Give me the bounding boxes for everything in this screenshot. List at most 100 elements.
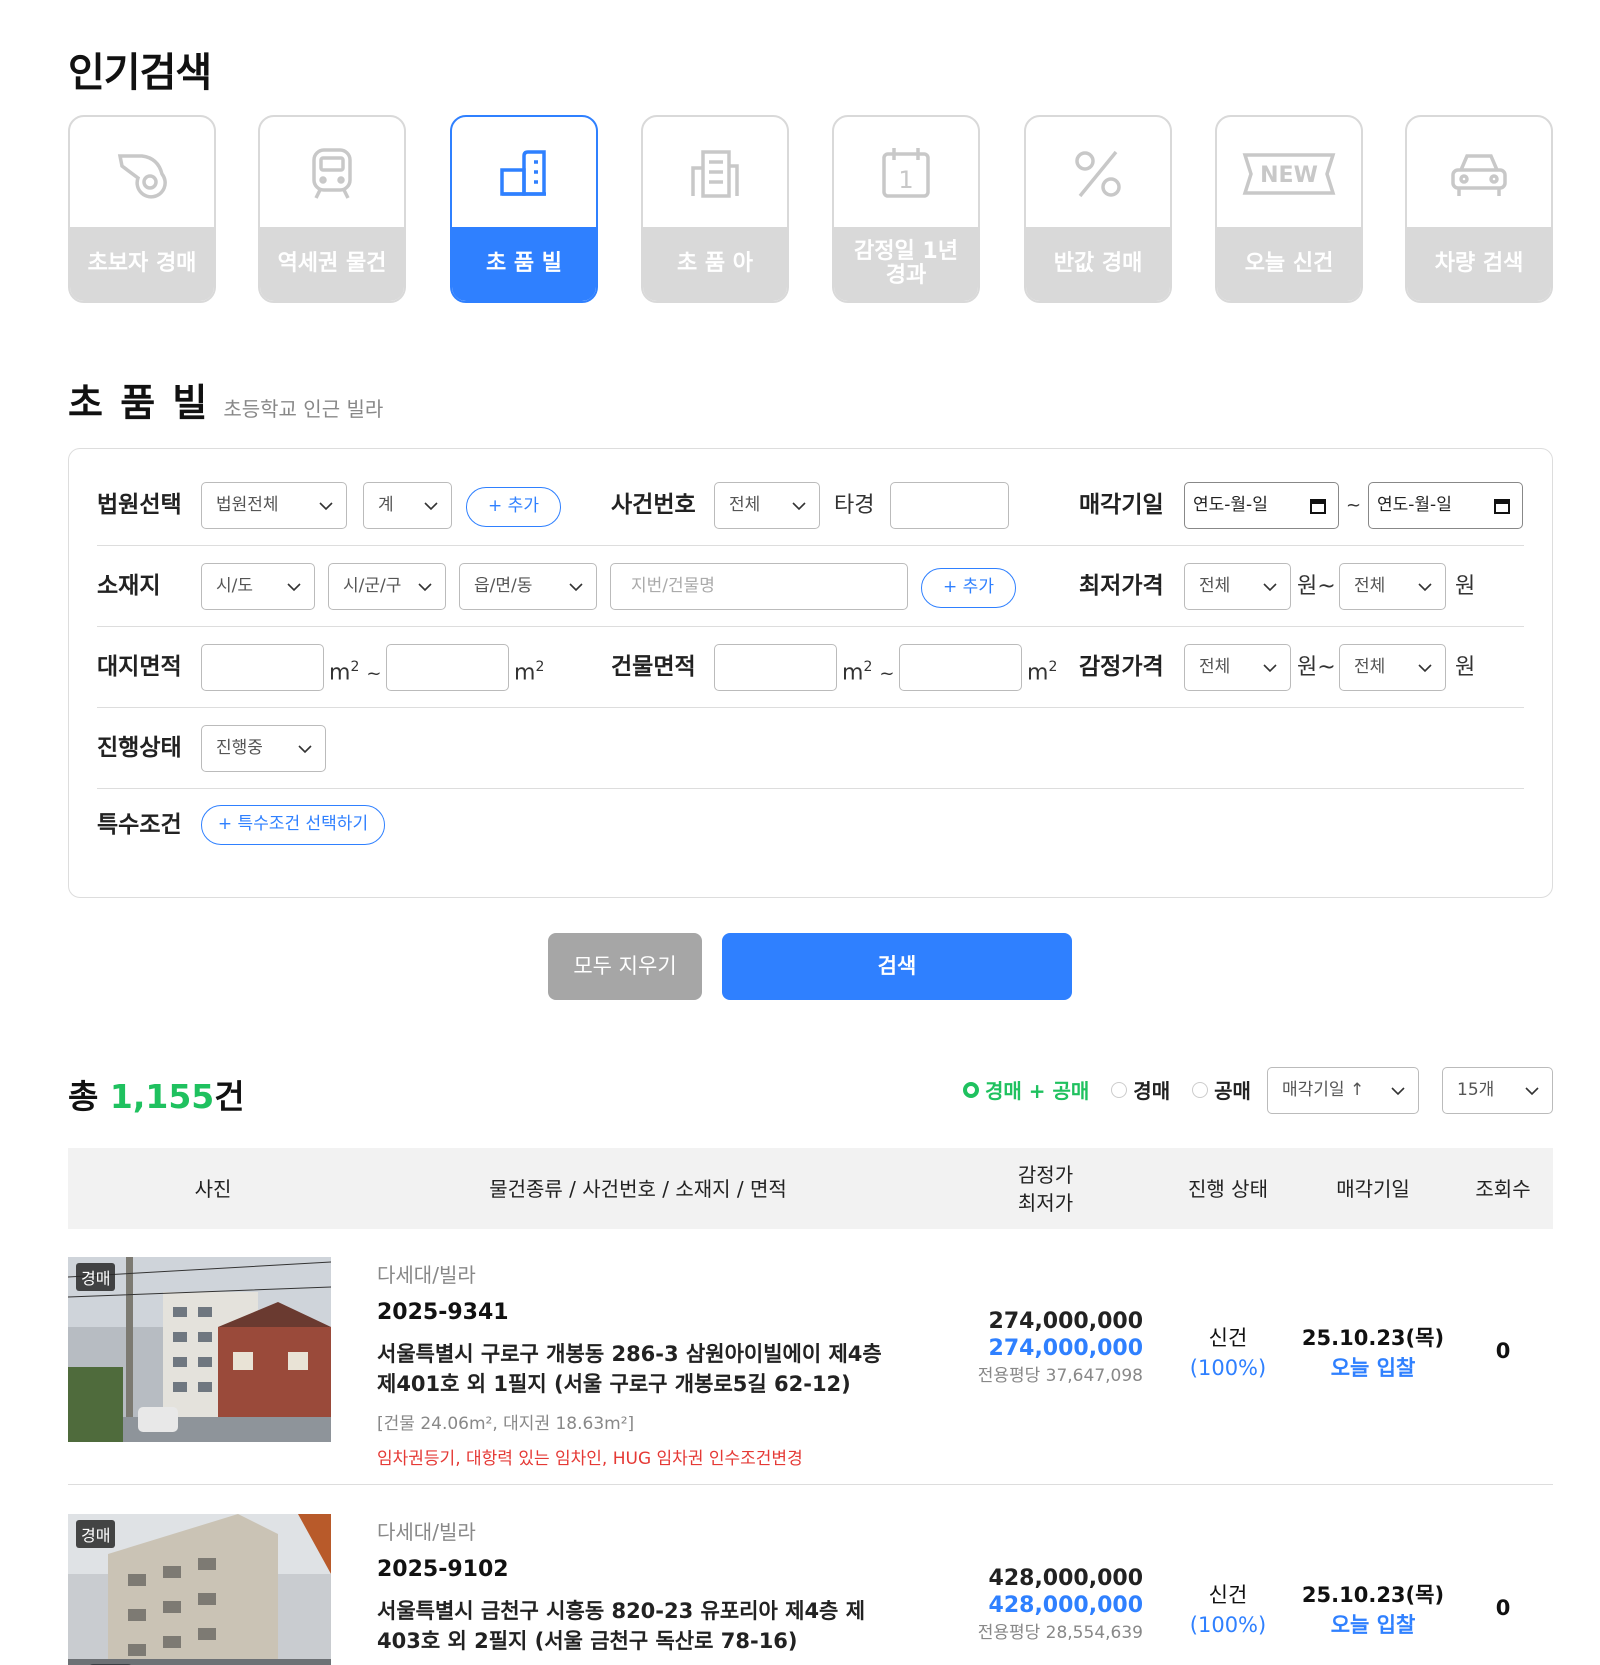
appraisal-price: 274,000,000 xyxy=(988,1309,1143,1334)
item-info: 다세대/빌라 2025-9102 서울특별시 금천구 시흥동 820-23 유포… xyxy=(377,1516,897,1656)
sale-date-end[interactable]: 연도-월-일 xyxy=(1368,482,1523,529)
building-area-max-input[interactable] xyxy=(899,644,1022,691)
radio-auction[interactable]: 경매 xyxy=(1111,1075,1170,1104)
item-warning: 임차권등기, 대항력 있는 임차인, HUG 임차권 인수조건변경 xyxy=(377,1449,803,1469)
min-price-from-select[interactable]: 전체 xyxy=(1184,563,1291,610)
land-area-max-input[interactable] xyxy=(386,644,509,691)
sale-note: 오늘 입찰 xyxy=(1330,1613,1416,1637)
min-price-to-select[interactable]: 전체 xyxy=(1339,563,1446,610)
svg-text:1: 1 xyxy=(898,166,913,194)
category-today-new[interactable]: NEW 오늘 신건 xyxy=(1215,115,1363,303)
court-label: 법원선택 xyxy=(97,492,182,518)
chevron-down-icon xyxy=(424,502,438,511)
item-kind: 다세대/빌라 xyxy=(377,1263,476,1287)
appraisal-from-value: 전체 xyxy=(1199,657,1231,677)
chevron-down-icon xyxy=(319,502,333,511)
filter-row-court: 법원선택 법원전체 계 + 추가 사건번호 전체 타경 매각기일 연도-월-일 xyxy=(97,465,1524,546)
court-select-value: 법원전체 xyxy=(216,495,279,515)
add-location-button[interactable]: + 추가 xyxy=(921,568,1016,608)
search-button[interactable]: 검색 xyxy=(722,933,1072,1000)
case-number[interactable]: 2025-9341 xyxy=(377,1300,897,1325)
chevron-down-icon xyxy=(1263,583,1277,592)
property-photo[interactable]: 경매 xyxy=(68,1257,331,1442)
header-photo: 사진 xyxy=(194,1176,232,1201)
total-count: 총 1,155건 xyxy=(68,1070,245,1118)
category-chopumbil[interactable]: 초 품 빌 xyxy=(450,115,598,303)
case-number[interactable]: 2025-9102 xyxy=(377,1557,897,1582)
building-area-min-input[interactable] xyxy=(714,644,837,691)
views-count: 0 xyxy=(1495,1339,1511,1363)
filter-row-status: 진행상태 진행중 xyxy=(97,708,1524,789)
address-input[interactable]: 지번/건물명 xyxy=(610,563,908,610)
category-appraisal-year[interactable]: 1 감정일 1년 경과 xyxy=(832,115,980,303)
sale-date-label: 매각기일 xyxy=(1079,492,1164,518)
category-station[interactable]: 역세권 물건 xyxy=(258,115,406,303)
page-size-select[interactable]: 15개 xyxy=(1442,1067,1553,1114)
category-half-price[interactable]: 반값 경매 xyxy=(1024,115,1172,303)
train-icon xyxy=(260,117,404,231)
case-number-input[interactable] xyxy=(890,482,1009,529)
chevron-down-icon xyxy=(1391,1087,1405,1096)
item-kind: 다세대/빌라 xyxy=(377,1520,476,1544)
category-label: 역세권 물건 xyxy=(260,227,404,301)
header-status: 진행 상태 xyxy=(1188,1176,1268,1201)
item-address[interactable]: 서울특별시 구로구 개봉동 286-3 삼원아이빌에이 제4층 제401호 외 … xyxy=(377,1339,897,1399)
popular-search-title: 인기검색 xyxy=(68,50,212,96)
status-cell: 신건 (100%) xyxy=(1158,1580,1298,1640)
date-placeholder: 연도-월-일 xyxy=(1377,495,1452,515)
special-condition-button[interactable]: + 특수조건 선택하기 xyxy=(201,805,385,845)
sido-value: 시/도 xyxy=(216,576,254,596)
status-select[interactable]: 진행중 xyxy=(201,725,326,772)
status-select-value: 진행중 xyxy=(216,738,263,758)
apartment-icon xyxy=(643,117,787,231)
status-text: 신건 xyxy=(1208,1326,1248,1350)
table-row[interactable]: 경매 다세대/빌라 2025-9102 서울특별시 금천구 시흥동 820-23… xyxy=(68,1486,1553,1665)
total-suffix: 건 xyxy=(214,1077,245,1116)
clear-all-button[interactable]: 모두 지우기 xyxy=(548,933,702,1000)
property-photo[interactable]: 경매 xyxy=(68,1514,331,1665)
radio-dot xyxy=(963,1081,979,1098)
won-unit: 원 xyxy=(1455,655,1476,680)
land-area-min-input[interactable] xyxy=(201,644,324,691)
sale-date: 25.10.23(목) xyxy=(1301,1326,1445,1350)
add-court-button[interactable]: + 추가 xyxy=(466,487,561,527)
table-row[interactable]: 경매 다세대/빌라 2025-9341 서울특별시 구로구 개봉동 286-3 … xyxy=(68,1229,1553,1485)
chevron-down-icon xyxy=(1263,664,1277,673)
appraisal-to-value: 전체 xyxy=(1354,657,1386,677)
sale-date-cell: 25.10.23(목) 오늘 입찰 xyxy=(1298,1580,1448,1640)
status-ratio: (100%) xyxy=(1189,1613,1267,1637)
calendar-icon: 1 xyxy=(834,117,978,231)
land-area-unit: m2 xyxy=(514,659,545,686)
category-beginner[interactable]: 초보자 경매 xyxy=(68,115,216,303)
appraisal-to-select[interactable]: 전체 xyxy=(1339,644,1446,691)
sort-select[interactable]: 매각기일 ↑ xyxy=(1267,1067,1419,1114)
sido-select[interactable]: 시/도 xyxy=(201,563,315,610)
radio-public-sale[interactable]: 공매 xyxy=(1192,1075,1251,1104)
category-vehicle[interactable]: 차량 검색 xyxy=(1405,115,1553,303)
section-header: 초 품 빌 초등학교 인근 빌라 xyxy=(68,372,383,427)
category-chopuma[interactable]: 초 품 아 xyxy=(641,115,789,303)
chevron-down-icon xyxy=(1525,1087,1539,1096)
category-label: 차량 검색 xyxy=(1407,227,1551,301)
sale-type-radios: 경매 + 공매 경매 공매 xyxy=(963,1075,1273,1104)
filter-row-location: 소재지 시/도 시/군/구 읍/면/동 지번/건물명 + 추가 최저가격 전체 … xyxy=(97,546,1524,627)
chevron-down-icon xyxy=(287,583,301,592)
minimum-price: 274,000,000 xyxy=(988,1336,1143,1361)
special-condition-label: 특수조건 xyxy=(97,812,182,838)
price-cell: 428,000,000 428,000,000 전용평당 28,554,639 xyxy=(928,1566,1143,1643)
item-address[interactable]: 서울특별시 금천구 시흥동 820-23 유포리아 제4층 제403호 외 2필… xyxy=(377,1596,897,1656)
min-price-from-value: 전체 xyxy=(1199,576,1231,596)
sale-date-start[interactable]: 연도-월-일 xyxy=(1184,482,1339,529)
radio-auction-and-public[interactable]: 경매 + 공매 xyxy=(963,1075,1089,1104)
sigungu-select[interactable]: 시/군/구 xyxy=(328,563,446,610)
case-year-select[interactable]: 전체 xyxy=(714,482,820,529)
won-unit: 원 xyxy=(1455,574,1476,599)
building-area-label: 건물면적 xyxy=(611,654,696,680)
header-sale-date: 매각기일 xyxy=(1336,1176,1410,1201)
court-sub-select[interactable]: 계 xyxy=(363,482,452,529)
eupmyeondong-select[interactable]: 읍/면/동 xyxy=(459,563,597,610)
court-select[interactable]: 법원전체 xyxy=(201,482,347,529)
appraisal-from-select[interactable]: 전체 xyxy=(1184,644,1291,691)
popular-categories: 초보자 경매 역세권 물건 초 품 빌 초 품 아 1 감정일 1년 경과 반값… xyxy=(68,115,1553,305)
category-label: 초 품 아 xyxy=(643,227,787,301)
